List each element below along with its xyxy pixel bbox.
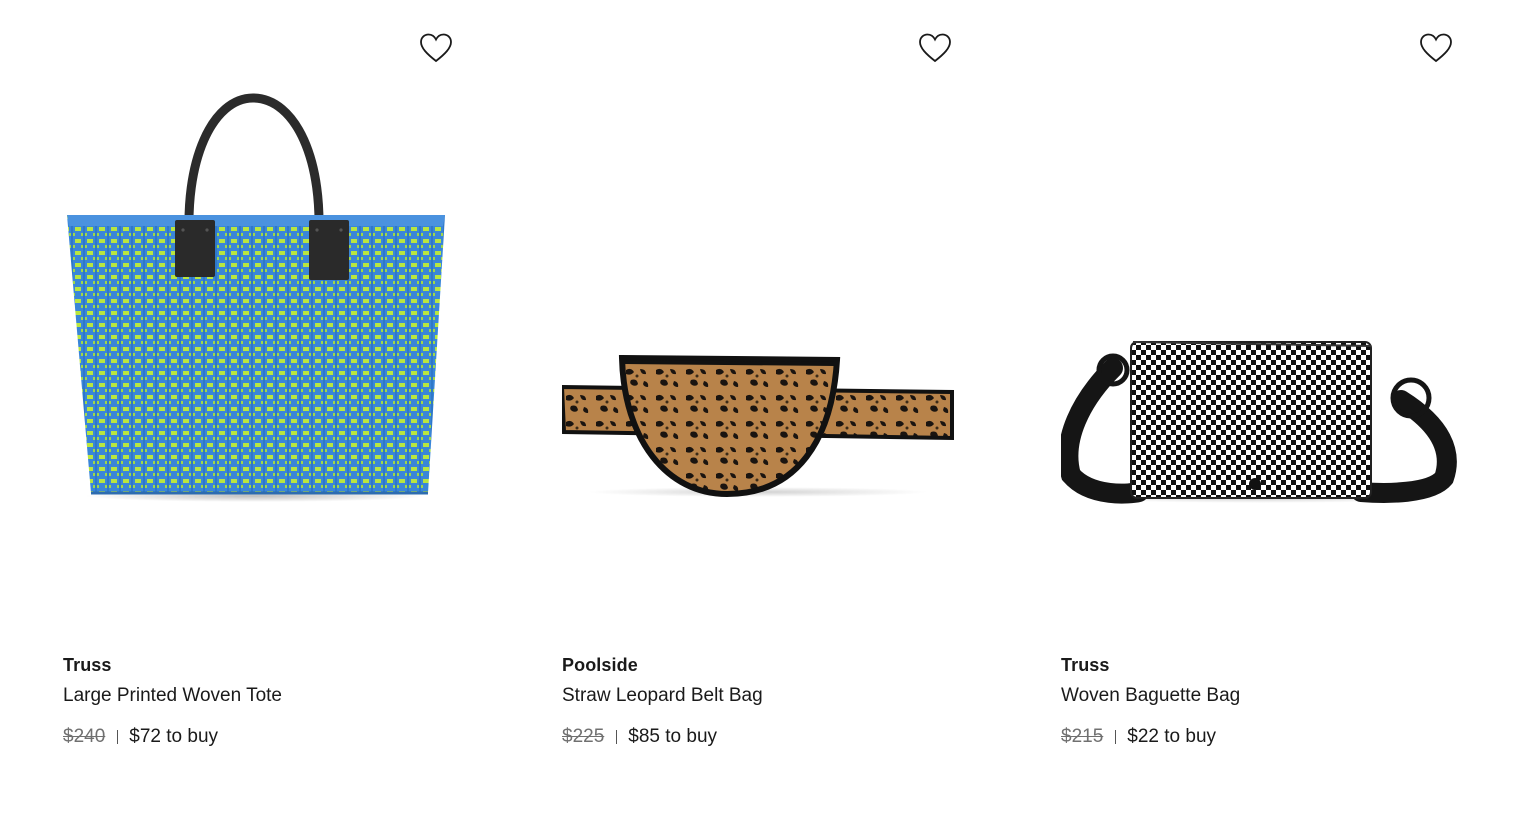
product-title[interactable]: Woven Baguette Bag bbox=[1061, 685, 1240, 707]
product-prices: $225 $85 to buy bbox=[562, 726, 717, 748]
buy-price: $72 to buy bbox=[129, 726, 219, 747]
product-brand: Truss bbox=[63, 655, 112, 675]
product-prices: $215 $22 to buy bbox=[1061, 726, 1216, 748]
retail-price: $240 bbox=[63, 726, 106, 747]
product-card[interactable]: Truss Large Printed Woven Tote $240 $72 … bbox=[63, 0, 483, 828]
product-title[interactable]: Large Printed Woven Tote bbox=[63, 685, 282, 707]
price-divider bbox=[616, 730, 618, 744]
product-image[interactable] bbox=[63, 80, 463, 530]
product-image[interactable] bbox=[1061, 80, 1461, 530]
product-brand: Poolside bbox=[562, 655, 638, 675]
retail-price: $225 bbox=[562, 726, 605, 747]
heart-icon[interactable] bbox=[918, 33, 952, 63]
price-divider bbox=[1115, 730, 1117, 744]
heart-icon[interactable] bbox=[1419, 33, 1453, 63]
product-brand: Truss bbox=[1061, 655, 1110, 675]
product-card[interactable]: Poolside Straw Leopard Belt Bag $225 $85… bbox=[562, 0, 982, 828]
buy-price: $85 to buy bbox=[628, 726, 718, 747]
product-prices: $240 $72 to buy bbox=[63, 726, 218, 748]
product-title[interactable]: Straw Leopard Belt Bag bbox=[562, 685, 763, 707]
price-divider bbox=[117, 730, 119, 744]
product-image[interactable] bbox=[562, 80, 962, 530]
buy-price: $22 to buy bbox=[1127, 726, 1217, 747]
product-grid: Truss Large Printed Woven Tote $240 $72 … bbox=[0, 0, 1536, 828]
retail-price: $215 bbox=[1061, 726, 1104, 747]
product-card[interactable]: Truss Woven Baguette Bag $215 $22 to buy bbox=[1061, 0, 1481, 828]
heart-icon[interactable] bbox=[419, 33, 453, 63]
